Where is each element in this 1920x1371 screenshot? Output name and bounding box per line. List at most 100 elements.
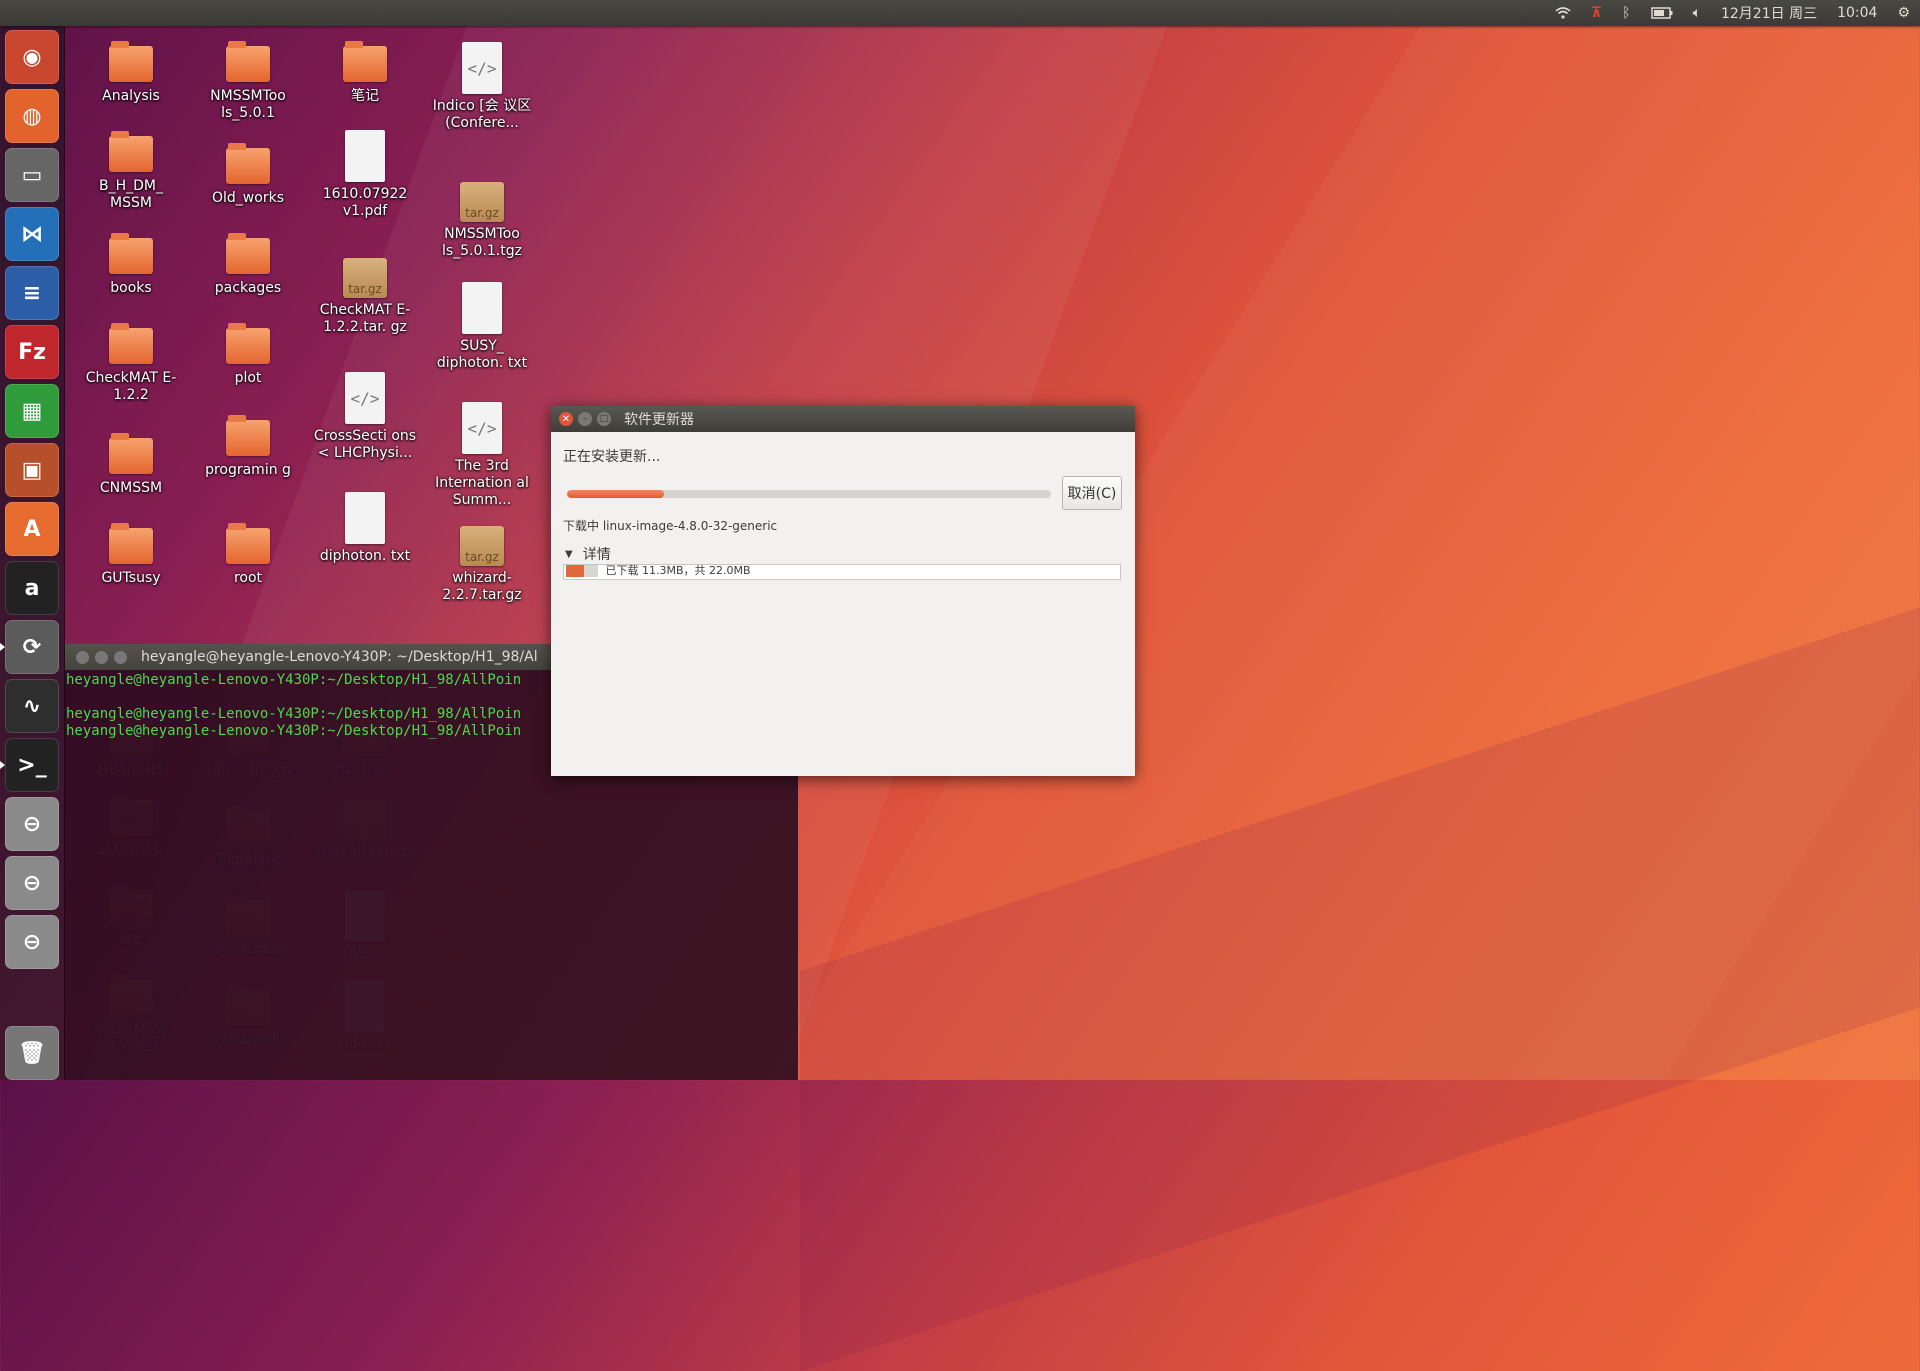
desktop-icon[interactable]: CheckMAT E-1.2.2: [76, 323, 186, 404]
dialog-title: 软件更新器: [624, 412, 694, 428]
launcher-ubuntu-dash[interactable]: ◉: [5, 30, 59, 84]
launcher-files[interactable]: ▭: [5, 148, 59, 202]
terminal-line: heyangle@heyangle-Lenovo-Y430P:~/Desktop…: [66, 723, 522, 739]
desktop-icon[interactable]: tar.gz whizard- 2.2.7.tar.gz: [427, 526, 537, 604]
desktop-icon[interactable]: 笔记: [310, 41, 420, 105]
launcher-disk-3[interactable]: ⊖: [5, 915, 59, 969]
folder-icon: [109, 523, 153, 564]
maximize-icon[interactable]: □: [597, 412, 611, 426]
libreoffice-calc-icon: ▦: [21, 398, 43, 424]
cancel-button[interactable]: 取消(C): [1062, 476, 1122, 510]
terminal-line: heyangle@heyangle-Lenovo-Y430P:~/Desktop…: [66, 672, 522, 688]
desktop-icon[interactable]: GUTsusy: [76, 523, 186, 587]
launcher-disk-1[interactable]: ⊖: [5, 797, 59, 851]
launcher-system-monitor[interactable]: ∿: [5, 679, 59, 733]
input-method-icon[interactable]: ⊼: [1591, 5, 1602, 21]
desktop-icon-label: 笔记: [351, 88, 379, 104]
detail-text: 已下载 11.3MB，共 22.0MB: [605, 564, 751, 577]
date-indicator[interactable]: 12月21日 周三: [1721, 3, 1817, 23]
volume-icon[interactable]: 🔈︎: [1693, 5, 1701, 21]
desktop-icon[interactable]: plot: [193, 323, 303, 387]
folder-icon: [226, 523, 270, 564]
software-center-icon: A: [23, 516, 41, 542]
progress-fill: [567, 490, 664, 498]
software-updater-dialog[interactable]: ✕ – □ 软件更新器 正在安装更新... 取消(C) 下载中 linux-im…: [551, 406, 1135, 776]
triangle-down-icon: ▼: [565, 548, 573, 560]
desktop-icon[interactable]: tar.gz CheckMAT E-1.2.2.tar. gz: [310, 258, 420, 336]
launcher-terminal[interactable]: >_: [5, 738, 59, 792]
launcher-software-center[interactable]: A: [5, 502, 59, 556]
desktop-icon-label: Old_works: [212, 190, 284, 206]
launcher-libreoffice-impress[interactable]: ▣: [5, 443, 59, 497]
desktop-icon-label: root: [233, 570, 263, 586]
trash-icon: 🗑: [18, 1040, 46, 1066]
minimize-icon[interactable]: [95, 650, 108, 664]
desktop-icon-label: The 3rd Internation al Summ...: [435, 458, 529, 508]
desktop-icon[interactable]: programin g: [193, 415, 303, 479]
launcher-vscode[interactable]: ⋈: [5, 207, 59, 261]
desktop-icon[interactable]: B_H_DM_ MSSM: [76, 131, 186, 212]
details-expander[interactable]: ▼ 详情: [565, 544, 611, 564]
desktop-icon-label: Analysis: [102, 88, 160, 104]
wifi-icon[interactable]: [1555, 7, 1571, 19]
launcher-trash[interactable]: 🗑: [5, 1026, 59, 1080]
desktop-icon-label: NMSSMToo ls_5.0.1.tgz: [442, 226, 522, 259]
folder-icon: [226, 41, 270, 82]
dialog-titlebar[interactable]: ✕ – □ 软件更新器: [551, 406, 1135, 432]
desktop-icon-label: plot: [234, 370, 262, 386]
launcher-firefox[interactable]: ◍: [5, 89, 59, 143]
launcher-libreoffice-calc[interactable]: ▦: [5, 384, 59, 438]
running-indicator: [0, 761, 5, 769]
system-monitor-icon: ∿: [22, 693, 42, 719]
desktop-icon[interactable]: books: [76, 233, 186, 297]
desktop-icon[interactable]: </> The 3rd Internation al Summ...: [427, 402, 537, 509]
details-label: 详情: [582, 547, 611, 563]
desktop-icon[interactable]: tar.gz NMSSMToo ls_5.0.1.tgz: [427, 182, 537, 260]
clock[interactable]: 10:04: [1837, 5, 1877, 21]
desktop-icon-label: packages: [214, 280, 282, 296]
folder-icon: [109, 323, 153, 364]
desktop-icon[interactable]: packages: [193, 233, 303, 297]
desktop-icon[interactable]: 1610.07922 v1.pdf: [310, 130, 420, 220]
launcher-amazon[interactable]: a: [5, 561, 59, 615]
desktop-icon[interactable]: root: [193, 523, 303, 587]
minimize-icon[interactable]: –: [578, 412, 592, 426]
desktop-icon[interactable]: diphoton. txt: [310, 492, 420, 565]
details-textview[interactable]: 已下载 11.3MB，共 22.0MB: [563, 564, 1121, 580]
html-file-icon: </>: [345, 372, 385, 424]
desktop-icon[interactable]: Old_works: [193, 143, 303, 207]
close-icon[interactable]: [76, 650, 89, 664]
terminal-icon: >_: [17, 752, 47, 778]
gear-icon[interactable]: ⚙: [1897, 5, 1910, 21]
folder-icon: [226, 233, 270, 274]
desktop-icon-label: programin g: [205, 462, 291, 478]
disk-1-icon: ⊖: [22, 811, 42, 837]
close-icon[interactable]: ✕: [559, 412, 573, 426]
desktop-icon-label: books: [110, 280, 152, 296]
desktop-icon[interactable]: Analysis: [76, 41, 186, 105]
bluetooth-icon[interactable]: ᛒ: [1622, 5, 1630, 21]
text-file-icon: [462, 282, 502, 334]
maximize-icon[interactable]: [114, 650, 127, 664]
desktop-icon-label: CheckMAT E-1.2.2.tar. gz: [319, 302, 411, 335]
battery-icon[interactable]: [1650, 7, 1673, 19]
desktop-icon-label: CheckMAT E-1.2.2: [85, 370, 177, 403]
launcher-libreoffice-writer[interactable]: ≡: [5, 266, 59, 320]
folder-icon: [109, 233, 153, 274]
launcher-disk-2[interactable]: ⊖: [5, 856, 59, 910]
archive-icon: tar.gz: [460, 526, 504, 566]
launcher-filezilla[interactable]: Fz: [5, 325, 59, 379]
html-file-icon: </>: [462, 402, 502, 454]
amazon-icon: a: [24, 575, 40, 601]
desktop-icon-label: Indico [会 议区 (Confere...: [432, 98, 532, 131]
folder-icon: [343, 41, 387, 82]
launcher-software-updater[interactable]: ⟳: [5, 620, 59, 674]
desktop-icon[interactable]: SUSY_ diphoton. txt: [427, 282, 537, 372]
desktop-icon[interactable]: </> CrossSecti ons < LHCPhysi...: [310, 372, 420, 462]
desktop-icon[interactable]: </> Indico [会 议区 (Confere...: [427, 42, 537, 132]
desktop-icon-label: diphoton. txt: [319, 548, 411, 564]
desktop-icon[interactable]: CNMSSM: [76, 433, 186, 497]
vscode-icon: ⋈: [21, 221, 43, 247]
desktop-icon[interactable]: NMSSMToo ls_5.0.1: [193, 41, 303, 122]
archive-icon: tar.gz: [460, 182, 504, 222]
